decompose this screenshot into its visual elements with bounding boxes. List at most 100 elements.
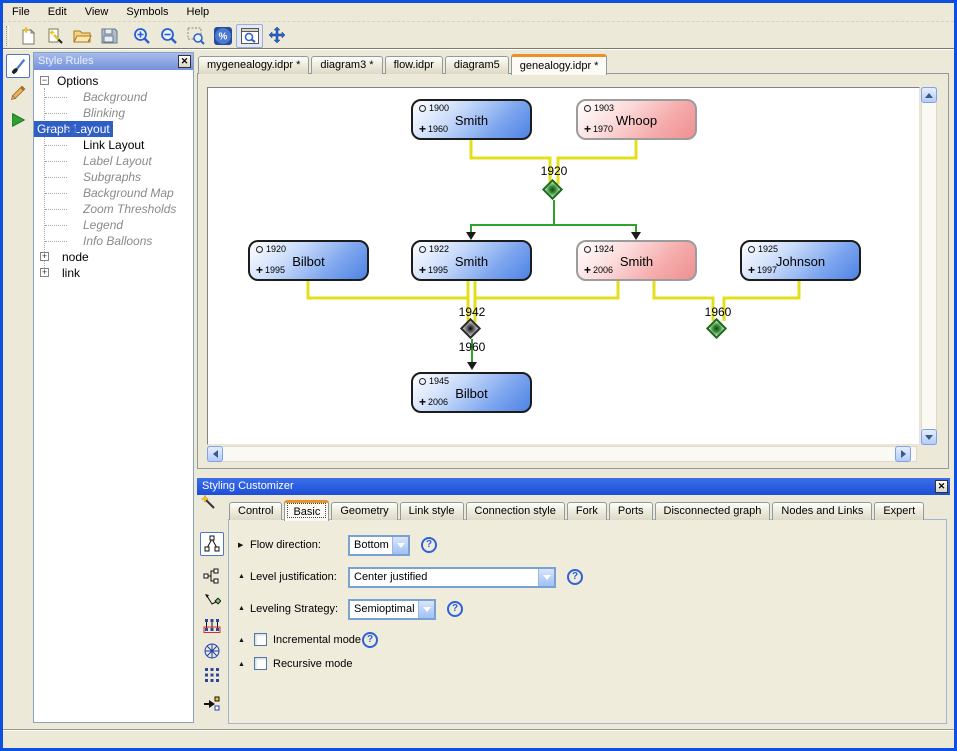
person-node-bilbot-1945[interactable]: 1945 Bilbot +2006 <box>411 372 532 413</box>
wand-icon[interactable] <box>200 494 220 514</box>
birth-icon <box>584 105 591 112</box>
chevron-down-icon[interactable] <box>418 601 434 618</box>
person-node-smith-1900[interactable]: 1900 Smith +1960 <box>411 99 532 140</box>
vertical-scrollbar[interactable] <box>921 87 937 445</box>
help-icon[interactable] <box>567 569 583 585</box>
menu-symbols[interactable]: Symbols <box>117 4 177 20</box>
customizer-titlebar[interactable]: Styling Customizer ✕ <box>197 478 950 495</box>
hierarchical-layout-icon[interactable] <box>200 564 224 588</box>
tree-item-options[interactable]: −Options <box>34 73 193 89</box>
person-node-bilbot-1920[interactable]: 1920 Bilbot +1995 <box>248 240 369 281</box>
tree-item-legend[interactable]: Legend <box>34 217 193 233</box>
tab-nodes-and-links[interactable]: Nodes and Links <box>772 502 872 520</box>
expand-icon[interactable]: + <box>40 268 49 277</box>
toolbar-grip[interactable] <box>6 26 9 46</box>
tab-link-style[interactable]: Link style <box>400 502 464 520</box>
person-node-johnson-1925[interactable]: 1925 Johnson +1997 <box>740 240 861 281</box>
birth-icon <box>256 246 263 253</box>
tab-diagram5[interactable]: diagram5 <box>445 56 509 74</box>
tab-control[interactable]: Control <box>229 502 282 520</box>
tree-layout-icon[interactable] <box>200 532 224 556</box>
help-icon[interactable] <box>447 601 463 617</box>
tree-item-zoom-thresholds[interactable]: Zoom Thresholds <box>34 201 193 217</box>
tree-item-background[interactable]: Background <box>34 89 193 105</box>
help-icon[interactable] <box>362 632 378 648</box>
help-icon[interactable] <box>421 537 437 553</box>
person-node-whoop-1903[interactable]: 1903 Whoop +1970 <box>576 99 697 140</box>
open-folder-icon[interactable] <box>68 24 95 48</box>
tree-item-label-layout[interactable]: Label Layout <box>34 153 193 169</box>
tab-mygenealogy[interactable]: mygenealogy.idpr * <box>198 56 309 74</box>
death-icon: + <box>748 263 755 277</box>
death-icon: + <box>256 263 263 277</box>
edit-pencil-button[interactable] <box>6 81 30 105</box>
chevron-down-icon[interactable] <box>538 569 554 586</box>
collapse-triangle-icon[interactable]: ▲ <box>238 573 245 580</box>
grid-layout-icon[interactable] <box>200 663 224 687</box>
tab-ports[interactable]: Ports <box>609 502 653 520</box>
tree-item-link[interactable]: +link <box>34 265 193 281</box>
menu-file[interactable]: File <box>3 4 39 20</box>
tree-item-graph-layout[interactable]: Graph Layout <box>34 121 193 137</box>
close-icon[interactable]: ✕ <box>935 480 948 493</box>
horizontal-scrollbar[interactable] <box>207 446 917 462</box>
style-brush-button[interactable] <box>6 54 30 78</box>
expand-triangle-icon[interactable]: ▶ <box>238 541 243 549</box>
scroll-right-icon[interactable] <box>895 446 911 462</box>
menu-view[interactable]: View <box>76 4 118 20</box>
run-button[interactable] <box>6 108 30 132</box>
scroll-left-icon[interactable] <box>207 446 223 462</box>
tree-item-blinking[interactable]: Blinking <box>34 105 193 121</box>
collapse-triangle-icon[interactable]: ▲ <box>238 637 245 644</box>
circular-layout-icon[interactable] <box>200 639 224 663</box>
chevron-down-icon[interactable] <box>392 537 408 554</box>
tab-fork[interactable]: Fork <box>567 502 607 520</box>
zoom-area-icon[interactable] <box>182 24 209 48</box>
death-icon: + <box>419 263 426 277</box>
incremental-mode-checkbox[interactable] <box>254 633 267 646</box>
tree-item-link-layout[interactable]: Link Layout <box>34 137 193 153</box>
tab-basic[interactable]: Basic <box>284 500 329 521</box>
leveling-strategy-label: Leveling Strategy: <box>250 603 338 615</box>
collapse-icon[interactable]: − <box>40 76 49 85</box>
leveling-strategy-select[interactable]: Semioptimal <box>348 599 436 620</box>
tab-disconnected-graph[interactable]: Disconnected graph <box>655 502 771 520</box>
person-node-smith-1924[interactable]: 1924 Smith +2006 <box>576 240 697 281</box>
incremental-layout-icon[interactable] <box>200 692 224 716</box>
menu-edit[interactable]: Edit <box>39 4 76 20</box>
style-wizard-icon[interactable] <box>41 24 68 48</box>
flow-direction-select[interactable]: Bottom <box>348 535 410 556</box>
tree-item-info-balloons[interactable]: Info Balloons <box>34 233 193 249</box>
tab-expert[interactable]: Expert <box>874 502 924 520</box>
close-icon[interactable]: ✕ <box>178 55 191 68</box>
tab-connection-style[interactable]: Connection style <box>466 502 565 520</box>
link-layout-icon[interactable] <box>200 590 224 614</box>
zoom-in-icon[interactable] <box>128 24 155 48</box>
collapse-triangle-icon[interactable]: ▲ <box>238 605 245 612</box>
side-toolbar <box>3 51 33 729</box>
style-rules-titlebar[interactable]: Style Rules ✕ <box>34 53 193 70</box>
pan-icon[interactable] <box>263 24 290 48</box>
bus-layout-icon[interactable] <box>200 614 224 638</box>
tree-item-subgraphs[interactable]: Subgraphs <box>34 169 193 185</box>
tab-diagram3[interactable]: diagram3 * <box>311 56 382 74</box>
tab-genealogy[interactable]: genealogy.idpr * <box>511 54 608 75</box>
tab-geometry[interactable]: Geometry <box>331 502 397 520</box>
recursive-mode-checkbox[interactable] <box>254 657 267 670</box>
tree-item-node[interactable]: +node <box>34 249 193 265</box>
scroll-down-icon[interactable] <box>921 429 937 445</box>
tree-item-background-map[interactable]: Background Map <box>34 185 193 201</box>
expand-icon[interactable]: + <box>40 252 49 261</box>
diagram-canvas[interactable]: 1920 1942 1960 1960 1900 Smith +1960 190… <box>207 87 920 445</box>
collapse-triangle-icon[interactable]: ▲ <box>238 661 245 668</box>
zoom-out-icon[interactable] <box>155 24 182 48</box>
new-document-icon[interactable] <box>14 24 41 48</box>
overview-window-icon[interactable] <box>236 24 263 48</box>
tab-flow[interactable]: flow.idpr <box>385 56 443 74</box>
level-justification-select[interactable]: Center justified <box>348 567 556 588</box>
save-icon[interactable] <box>95 24 122 48</box>
zoom-percent-icon[interactable]: % <box>209 24 236 48</box>
scroll-up-icon[interactable] <box>921 87 937 103</box>
person-node-smith-1922[interactable]: 1922 Smith +1995 <box>411 240 532 281</box>
menu-help[interactable]: Help <box>178 4 219 20</box>
